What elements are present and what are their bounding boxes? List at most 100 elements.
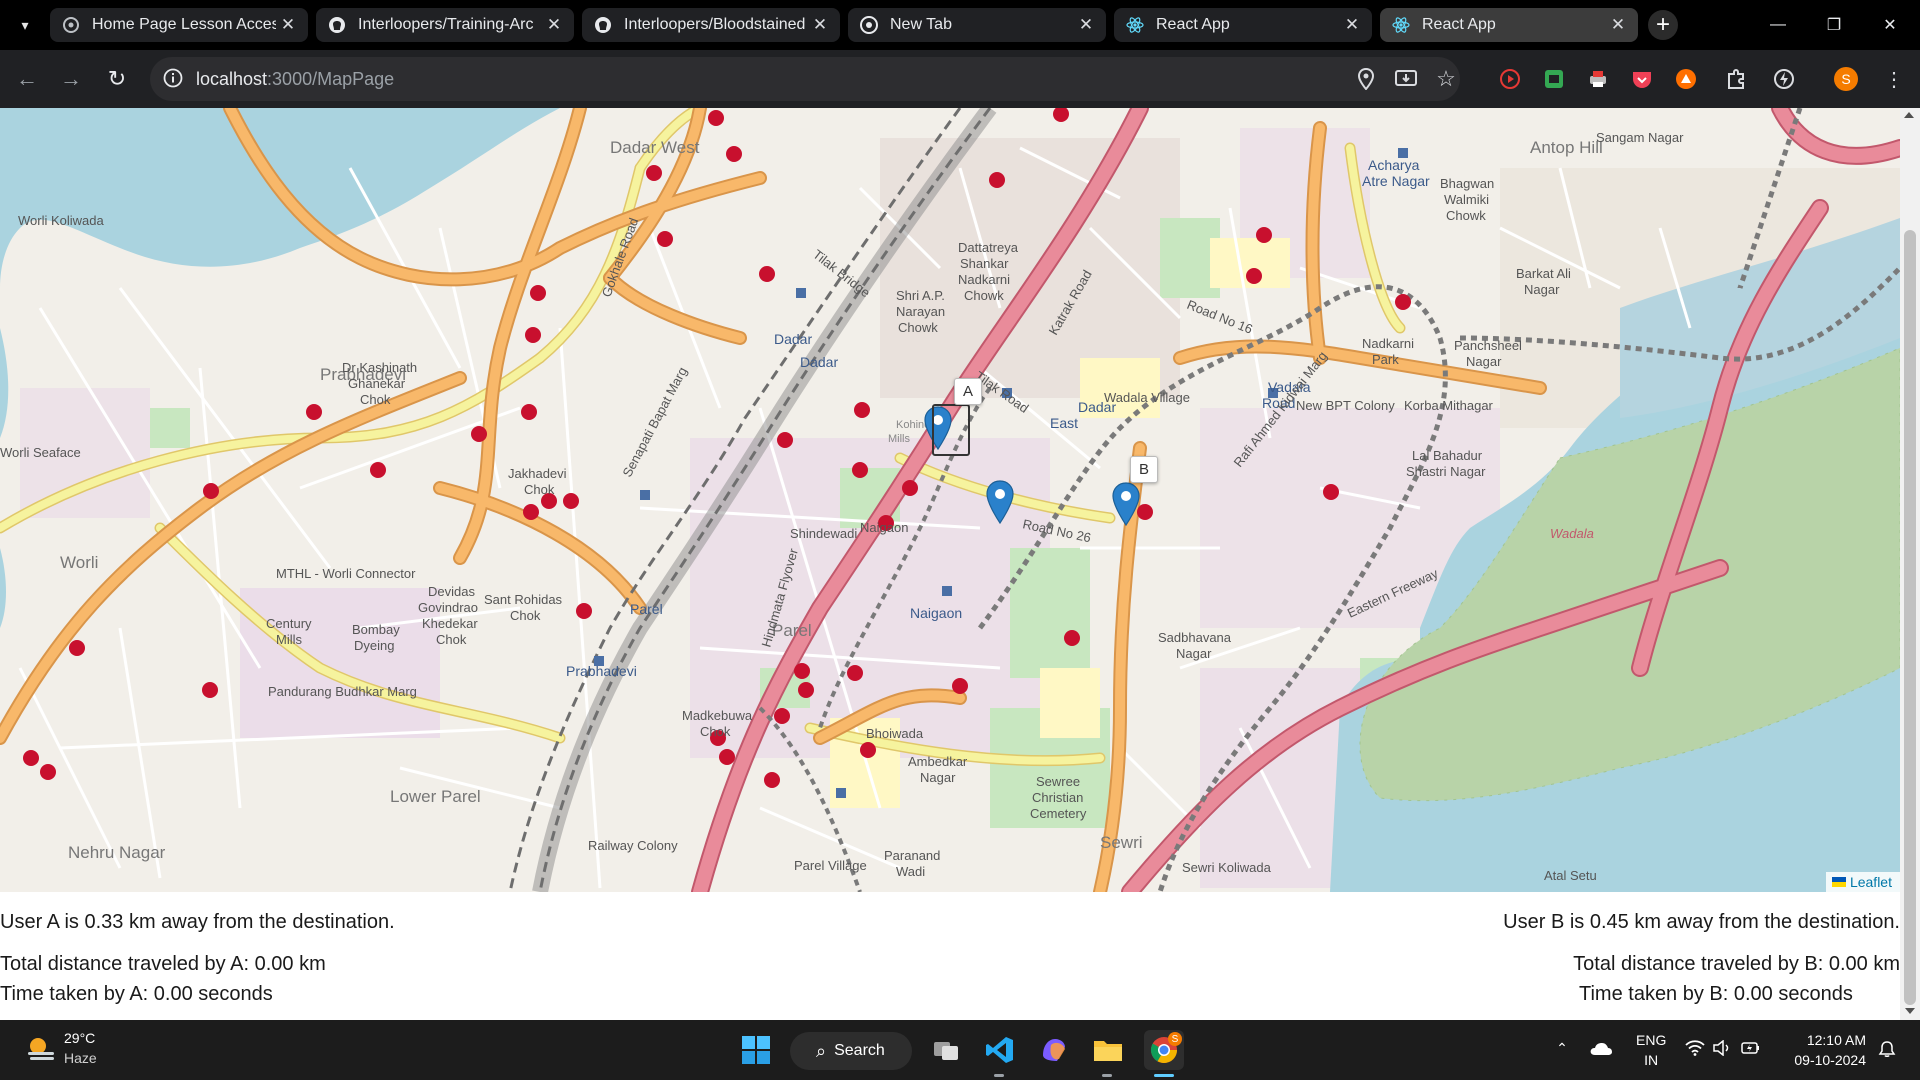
vscode-icon[interactable]: [980, 1030, 1020, 1070]
tab-training-arc[interactable]: Interloopers/Training-Arc ✕: [316, 8, 574, 42]
react-icon: [1126, 16, 1144, 34]
tab-close-icon[interactable]: ✕: [542, 15, 566, 35]
svg-text:Dyeing: Dyeing: [354, 638, 394, 653]
tab-home-page-lesson-access[interactable]: Home Page Lesson Access ✕: [50, 8, 308, 42]
svg-text:Worli Koliwada: Worli Koliwada: [18, 213, 105, 228]
notifications-bell-icon[interactable]: [1876, 1040, 1898, 1058]
user-b-distance-text: User B is 0.45 km away from the destinat…: [1503, 911, 1900, 933]
svg-text:Sewri Koliwada: Sewri Koliwada: [1182, 860, 1272, 875]
svg-text:Shastri Nagar: Shastri Nagar: [1406, 464, 1486, 479]
user-a-marker-focus-outline: [932, 404, 970, 456]
svg-text:Mills: Mills: [888, 433, 910, 445]
user-a-total-distance: Total distance traveled by A: 0.00 km: [0, 953, 326, 975]
chrome-taskbar-icon[interactable]: S: [1144, 1030, 1184, 1070]
copilot-icon[interactable]: [1034, 1030, 1074, 1070]
tab-search-menu-icon[interactable]: ▾: [10, 10, 40, 40]
tab-close-icon[interactable]: ✕: [1606, 15, 1630, 35]
site-info-icon[interactable]: [162, 67, 184, 89]
url-text[interactable]: localhost:3000/MapPage: [196, 69, 394, 90]
scroll-up-icon[interactable]: [1904, 112, 1914, 118]
svg-text:Panchsheel: Panchsheel: [1454, 338, 1522, 353]
wifi-icon[interactable]: [1684, 1040, 1706, 1056]
svg-text:Acharya: Acharya: [1368, 157, 1420, 173]
performance-icon[interactable]: [1772, 67, 1796, 91]
svg-text:Chowk: Chowk: [1446, 208, 1486, 223]
clock-date: 09-10-2024: [1794, 1052, 1866, 1068]
extension-pocket-icon[interactable]: [1630, 67, 1654, 91]
back-icon[interactable]: ←: [10, 62, 44, 96]
chrome-running-indicator: [1154, 1074, 1174, 1077]
restore-window-icon[interactable]: ❐: [1806, 0, 1862, 50]
extension-record-icon[interactable]: [1498, 67, 1522, 91]
user-a-distance-text: User A is 0.33 km away from the destinat…: [0, 911, 395, 933]
svg-text:Nagar: Nagar: [1524, 282, 1560, 297]
svg-text:Bhagwan: Bhagwan: [1440, 176, 1494, 191]
user-a-time-taken: Time taken by A: 0.00 seconds: [0, 983, 273, 1005]
destination-marker-icon[interactable]: [986, 480, 1014, 524]
github-icon: [594, 16, 612, 34]
tab-close-icon[interactable]: ✕: [1074, 15, 1098, 35]
map-tiles[interactable]: Dadar West Worli Koliwada Prabhadevi Wor…: [0, 108, 1900, 892]
volume-icon[interactable]: [1712, 1040, 1734, 1056]
scroll-down-icon[interactable]: [1905, 1008, 1915, 1014]
svg-text:Nadkarni: Nadkarni: [1362, 336, 1414, 351]
user-a-tooltip: A: [954, 378, 983, 405]
svg-text:Chok: Chok: [360, 392, 391, 407]
taskbar-search-button[interactable]: ⌕ Search: [790, 1032, 912, 1070]
reload-icon[interactable]: ↻: [100, 62, 134, 96]
bookmark-star-icon[interactable]: ☆: [1434, 66, 1458, 91]
svg-text:Worli Seaface: Worli Seaface: [0, 445, 81, 460]
svg-text:Chok: Chok: [510, 608, 541, 623]
page-scrollbar[interactable]: [1900, 108, 1920, 1020]
user-b-total-distance: Total distance traveled by B: 0.00 km: [1573, 953, 1900, 975]
forward-icon[interactable]: →: [54, 62, 88, 96]
svg-text:Devidas: Devidas: [428, 584, 475, 599]
windows-start-icon[interactable]: [736, 1030, 776, 1070]
input-language-indicator[interactable]: ENG IN: [1636, 1030, 1666, 1070]
tab-new-tab[interactable]: New Tab ✕: [848, 8, 1106, 42]
scroll-thumb[interactable]: [1904, 230, 1916, 1005]
svg-text:Walmiki: Walmiki: [1444, 192, 1489, 207]
profile-avatar[interactable]: S: [1834, 67, 1858, 91]
file-explorer-icon[interactable]: [1088, 1030, 1128, 1070]
task-view-icon[interactable]: [926, 1030, 966, 1070]
user-b-marker-icon[interactable]: [1112, 482, 1140, 526]
tab-close-icon[interactable]: ✕: [276, 15, 300, 35]
tab-close-icon[interactable]: ✕: [808, 15, 832, 35]
weather-temperature[interactable]: 29°C: [64, 1030, 95, 1046]
extension-printer-icon[interactable]: [1586, 67, 1610, 91]
tab-title: React App: [1422, 16, 1496, 33]
leaflet-link[interactable]: Leaflet: [1850, 874, 1892, 890]
location-pin-icon[interactable]: [1354, 67, 1378, 91]
close-window-icon[interactable]: ✕: [1862, 0, 1918, 50]
weather-description[interactable]: Haze: [64, 1050, 97, 1066]
svg-text:Ambedkar: Ambedkar: [908, 754, 968, 769]
tab-react-app-active[interactable]: React App ✕: [1380, 8, 1638, 42]
minimize-window-icon[interactable]: —: [1750, 0, 1806, 50]
svg-text:Ghanekar: Ghanekar: [348, 376, 406, 391]
install-app-icon[interactable]: [1394, 67, 1418, 91]
show-hidden-icons-chevron-icon[interactable]: ⌃: [1552, 1040, 1572, 1057]
tab-react-app[interactable]: React App ✕: [1114, 8, 1372, 42]
tab-close-icon[interactable]: ✕: [1340, 15, 1364, 35]
svg-text:Wadi: Wadi: [896, 864, 925, 879]
chrome-menu-icon[interactable]: ⋮: [1882, 67, 1906, 91]
url-path: :3000/MapPage: [267, 69, 395, 89]
extension-orange-icon[interactable]: [1674, 67, 1698, 91]
address-bar[interactable]: localhost:3000/MapPage ☆: [150, 57, 1460, 101]
svg-text:Korba Mithagar: Korba Mithagar: [1404, 398, 1494, 413]
tab-bloodstained[interactable]: Interloopers/Bloodstained ✕: [582, 8, 840, 42]
tab-title: React App: [1156, 16, 1230, 33]
weather-haze-icon[interactable]: [24, 1032, 58, 1066]
explorer-running-indicator: [1102, 1074, 1112, 1077]
battery-charging-icon[interactable]: [1740, 1040, 1762, 1056]
map-container[interactable]: Dadar West Worli Koliwada Prabhadevi Wor…: [0, 108, 1900, 892]
onedrive-cloud-icon[interactable]: [1588, 1040, 1614, 1056]
new-tab-button[interactable]: +: [1648, 10, 1678, 40]
extensions-puzzle-icon[interactable]: [1724, 67, 1748, 91]
svg-text:MTHL - Worli Connector: MTHL - Worli Connector: [276, 566, 416, 581]
extension-green-icon[interactable]: [1542, 67, 1566, 91]
system-clock[interactable]: 12:10 AM 09-10-2024: [1794, 1030, 1866, 1070]
svg-text:Naigaon: Naigaon: [910, 605, 962, 621]
tab-title: New Tab: [890, 16, 952, 33]
